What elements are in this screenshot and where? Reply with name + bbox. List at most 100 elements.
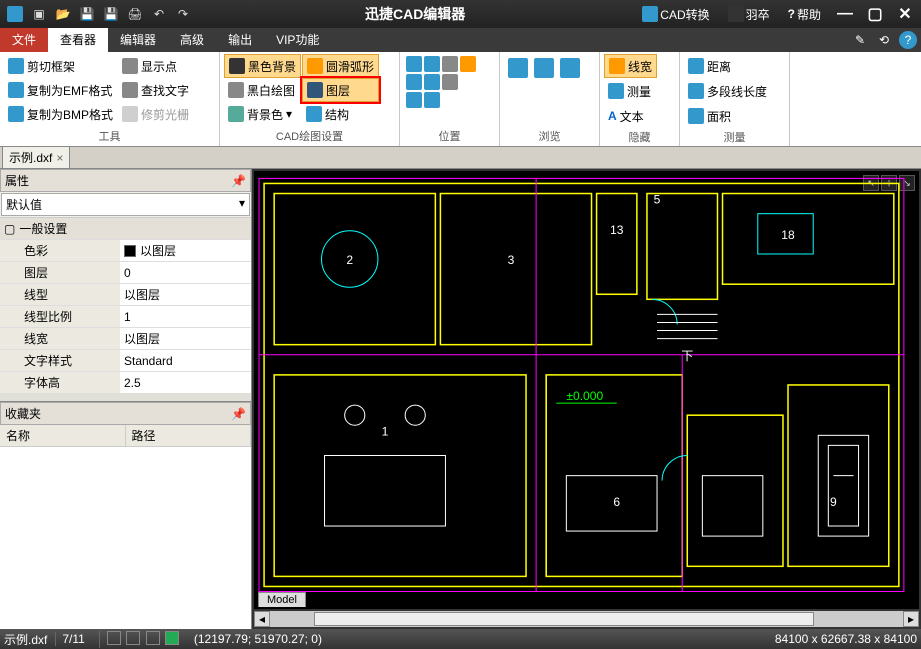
pos-icon[interactable] xyxy=(406,92,422,108)
group-browse-label: 浏览 xyxy=(504,127,595,144)
document-tab[interactable]: 示例.dxf × xyxy=(2,146,70,168)
bg-color-button[interactable]: 背景色▾ xyxy=(224,102,301,126)
work-area: 属性 📌 默认值▾ ▢一般设置 色彩以图层 图层0 线型以图层 线型比例1 线宽… xyxy=(0,169,921,629)
scroll-right-icon[interactable]: ▸ xyxy=(903,611,919,627)
tab-vip[interactable]: VIP功能 xyxy=(264,28,331,52)
user-button[interactable]: 羽卒 xyxy=(722,4,776,25)
favorites-columns: 名称 路径 xyxy=(0,425,251,447)
linewidth-button[interactable]: 线宽 xyxy=(604,54,657,78)
saveas-icon[interactable]: 💾 xyxy=(100,3,122,25)
tab-viewer[interactable]: 查看器 xyxy=(48,28,108,52)
prop-row-ltscale[interactable]: 线型比例1 xyxy=(0,305,251,327)
canvas-area: ↖ ⊹ ↘ xyxy=(252,169,921,629)
col-path[interactable]: 路径 xyxy=(126,425,252,446)
prop-row-textstyle[interactable]: 文字样式Standard xyxy=(0,349,251,371)
status-filename: 示例.dxf xyxy=(4,631,47,648)
prop-row-fontheight[interactable]: 字体高2.5 xyxy=(0,371,251,393)
document-tab-label: 示例.dxf xyxy=(9,149,52,166)
tab-file[interactable]: 文件 xyxy=(0,28,48,52)
pan-icon[interactable] xyxy=(460,56,476,72)
show-point-button[interactable]: 显示点 xyxy=(118,54,193,78)
cad-convert-button[interactable]: CAD转换 xyxy=(636,4,715,25)
zoom-out-icon[interactable] xyxy=(442,74,458,90)
properties-selector[interactable]: 默认值▾ xyxy=(1,193,250,216)
clip-frame-button[interactable]: 剪切框架 xyxy=(4,54,117,78)
app-title: 迅捷CAD编辑器 xyxy=(194,4,636,24)
scroll-thumb[interactable] xyxy=(314,612,814,626)
document-tabs: 示例.dxf × xyxy=(0,147,921,169)
prop-row-layer[interactable]: 图层0 xyxy=(0,261,251,283)
layer-button[interactable]: 图层 xyxy=(302,78,379,102)
trim-raster-button: 修剪光栅 xyxy=(118,102,193,126)
print-icon[interactable]: 🖨 xyxy=(124,3,146,25)
left-panel: 属性 📌 默认值▾ ▢一般设置 色彩以图层 图层0 线型以图层 线型比例1 线宽… xyxy=(0,169,252,629)
status-toggles xyxy=(99,631,186,648)
pos-icon[interactable] xyxy=(406,56,422,72)
structure-button[interactable]: 结构 xyxy=(302,102,379,126)
area-button[interactable]: 面积 xyxy=(684,104,771,128)
ortho-toggle-icon[interactable] xyxy=(146,631,160,645)
maximize-button[interactable]: ▢ xyxy=(863,4,887,24)
pos-icon[interactable] xyxy=(424,56,440,72)
tab-advanced[interactable]: 高级 xyxy=(168,28,216,52)
close-tab-icon[interactable]: × xyxy=(56,151,63,165)
pos-icon[interactable] xyxy=(424,74,440,90)
pin-icon[interactable]: 📌 xyxy=(231,407,246,421)
close-button[interactable]: ✕ xyxy=(893,4,917,24)
quill-icon[interactable]: ✎ xyxy=(851,31,869,49)
status-page: 7/11 xyxy=(55,632,90,646)
horizontal-scrollbar[interactable]: ◂ ▸ xyxy=(254,611,919,627)
svg-text:6: 6 xyxy=(613,495,620,509)
group-pos-label: 位置 xyxy=(404,127,495,144)
text-toggle-button[interactable]: A文本 xyxy=(604,104,657,128)
refresh-icon[interactable]: ⟲ xyxy=(875,31,893,49)
redo-icon[interactable]: ↷ xyxy=(172,3,194,25)
prop-row-linetype[interactable]: 线型以图层 xyxy=(0,283,251,305)
nav-list-icon[interactable] xyxy=(560,58,580,78)
prop-row-lineweight[interactable]: 线宽以图层 xyxy=(0,327,251,349)
col-name[interactable]: 名称 xyxy=(0,425,126,446)
tab-editor[interactable]: 编辑器 xyxy=(108,28,168,52)
help-button[interactable]: ?帮助 xyxy=(782,4,827,25)
help-icon[interactable]: ? xyxy=(899,31,917,49)
prop-row-color[interactable]: 色彩以图层 xyxy=(0,239,251,261)
svg-text:5: 5 xyxy=(654,193,661,207)
snap-toggle-icon[interactable] xyxy=(107,631,121,645)
pos-icon[interactable] xyxy=(406,74,422,90)
model-tab[interactable]: Model xyxy=(258,592,306,607)
copy-bmp-button[interactable]: 复制为BMP格式 xyxy=(4,102,117,126)
bw-draw-button[interactable]: 黑白绘图 xyxy=(224,78,301,102)
pos-icon[interactable] xyxy=(424,92,440,108)
nav-next-icon[interactable] xyxy=(534,58,554,78)
svg-text:13: 13 xyxy=(610,223,624,237)
favorites-list[interactable] xyxy=(0,447,251,629)
minimize-button[interactable]: — xyxy=(833,4,857,24)
nav-prev-icon[interactable] xyxy=(508,58,528,78)
pin-icon[interactable]: 📌 xyxy=(231,174,246,188)
smooth-arc-button[interactable]: 圆滑弧形 xyxy=(302,54,379,78)
undo-icon[interactable]: ↶ xyxy=(148,3,170,25)
polyline-length-button[interactable]: 多段线长度 xyxy=(684,79,771,103)
find-text-button[interactable]: 查找文字 xyxy=(118,78,193,102)
distance-button[interactable]: 距离 xyxy=(684,54,771,78)
svg-text:3: 3 xyxy=(508,253,515,267)
scroll-left-icon[interactable]: ◂ xyxy=(254,611,270,627)
properties-title: 属性 xyxy=(5,172,29,189)
group-tools-label: 工具 xyxy=(4,127,215,144)
copy-emf-button[interactable]: 复制为EMF格式 xyxy=(4,78,117,102)
save-icon[interactable]: 💾 xyxy=(76,3,98,25)
grid-toggle-icon[interactable] xyxy=(126,631,140,645)
measure-toggle-button[interactable]: 测量 xyxy=(604,79,657,103)
tab-output[interactable]: 输出 xyxy=(216,28,264,52)
svg-text:18: 18 xyxy=(781,228,795,242)
osnap-toggle-icon[interactable] xyxy=(165,631,179,645)
open-icon[interactable]: 📂 xyxy=(52,3,74,25)
new-icon[interactable]: ▣ xyxy=(28,3,50,25)
title-bar: ▣ 📂 💾 💾 🖨 ↶ ↷ 迅捷CAD编辑器 CAD转换 羽卒 ?帮助 — ▢ … xyxy=(0,0,921,28)
drawing-canvas[interactable]: ↖ ⊹ ↘ xyxy=(254,171,919,609)
black-bg-button[interactable]: 黑色背景 xyxy=(224,54,301,78)
app-icon[interactable] xyxy=(4,3,26,25)
status-dimensions: 84100 x 62667.38 x 84100 xyxy=(775,632,917,646)
properties-category[interactable]: ▢一般设置 xyxy=(0,217,251,239)
zoom-in-icon[interactable] xyxy=(442,56,458,72)
